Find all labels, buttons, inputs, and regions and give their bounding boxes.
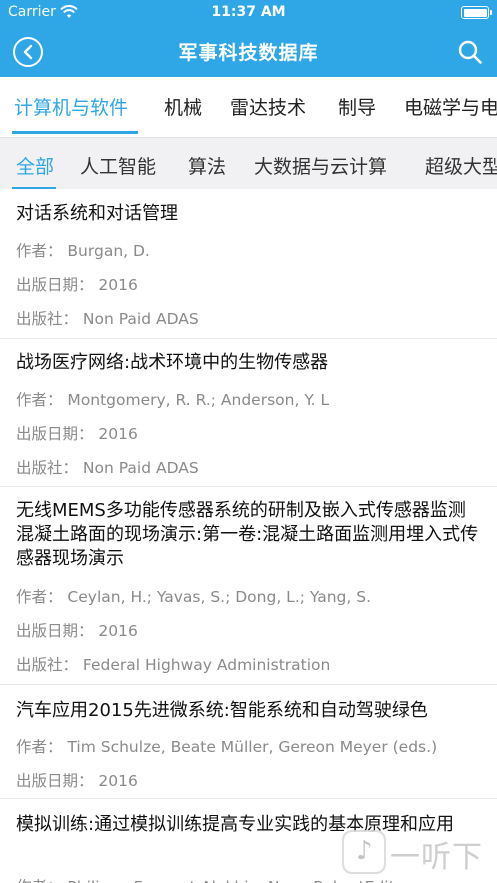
item-title: 汽车应用2015先进微系统:智能系统和自动驾驶绿色 xyxy=(16,700,428,721)
watermark: 一听下载 xyxy=(338,822,497,883)
tab-guidance[interactable]: 制导 xyxy=(338,93,376,120)
tab-computer-software[interactable]: 计算机与软件 xyxy=(14,93,128,120)
item-author: 作者： Tim Schulze, Beate Müller, Gereon Me… xyxy=(16,738,438,756)
publication-list: 对话系统和对话管理 作者： Burgan, D. 出版日期： 2016 出版社：… xyxy=(0,189,497,883)
battery-icon xyxy=(461,6,492,19)
tab-machinery[interactable]: 机械 xyxy=(164,93,202,120)
tab-radar[interactable]: 雷达技术 xyxy=(230,93,306,120)
item-publisher: 出版社： Non Paid ADAS xyxy=(16,310,199,328)
subtab-supercomputing[interactable]: 超级大型 xyxy=(425,152,497,179)
list-item[interactable]: 对话系统和对话管理 作者： Burgan, D. 出版日期： 2016 出版社：… xyxy=(0,189,497,339)
nav-bar: 军事科技数据库 xyxy=(0,26,497,77)
item-date: 出版日期： 2016 xyxy=(16,622,138,640)
item-publisher: 出版社： Federal Highway Administration xyxy=(16,656,331,674)
category-tabs: 计算机与软件 机械 雷达技术 制导 电磁学与电 xyxy=(0,77,497,137)
list-item[interactable]: 汽车应用2015先进微系统:智能系统和自动驾驶绿色 作者： Tim Schulz… xyxy=(0,685,497,799)
item-date: 出版日期： 2016 xyxy=(16,425,138,443)
item-title: 战场医疗网络:战术环境中的生物传感器 xyxy=(16,352,329,373)
item-author: 作者： Ceylan, H.; Yavas, S.; Dong, L.; Yan… xyxy=(16,588,372,606)
clock: 11:37 AM xyxy=(211,4,286,20)
back-arrow-circle-icon xyxy=(23,44,33,60)
watermark-logo-icon xyxy=(342,830,386,874)
item-author: 作者： Burgan, D. xyxy=(16,242,150,260)
list-item[interactable]: 无线MEMS多功能传感器系统的研制及嵌入式传感器监测混凝土路面的现场演示:第一卷… xyxy=(0,487,497,685)
subcategory-tabs: 全部 人工智能 算法 大数据与云计算 超级大型 xyxy=(0,137,497,189)
item-author: 作者： Montgomery, R. R.; Anderson, Y. L xyxy=(16,391,330,409)
item-title: 对话系统和对话管理 xyxy=(16,203,178,224)
item-date: 出版日期： 2016 xyxy=(16,276,138,294)
subtab-algorithms[interactable]: 算法 xyxy=(188,152,226,179)
list-item[interactable]: 战场医疗网络:战术环境中的生物传感器 作者： Montgomery, R. R.… xyxy=(0,339,497,487)
active-tab-indicator xyxy=(12,131,138,134)
top-header: Carrier 11:37 AM 军事科技数据库 xyxy=(0,0,497,77)
page-title: 军事科技数据库 xyxy=(178,42,319,64)
back-button[interactable] xyxy=(13,37,43,67)
item-date: 出版日期： 2016 xyxy=(16,772,138,790)
item-title: 无线MEMS多功能传感器系统的研制及嵌入式传感器监测混凝土路面的现场演示:第一卷… xyxy=(16,500,479,569)
search-icon[interactable] xyxy=(457,39,483,65)
item-publisher: 出版社： Non Paid ADAS xyxy=(16,459,199,477)
subtab-bigdata-cloud[interactable]: 大数据与云计算 xyxy=(254,152,387,179)
status-bar: Carrier 11:37 AM xyxy=(0,0,497,26)
subtab-all[interactable]: 全部 xyxy=(16,152,54,179)
watermark-text: 一听下载 xyxy=(390,840,483,875)
tab-electromagnetics[interactable]: 电磁学与电 xyxy=(404,93,497,120)
subtab-ai[interactable]: 人工智能 xyxy=(80,152,156,179)
